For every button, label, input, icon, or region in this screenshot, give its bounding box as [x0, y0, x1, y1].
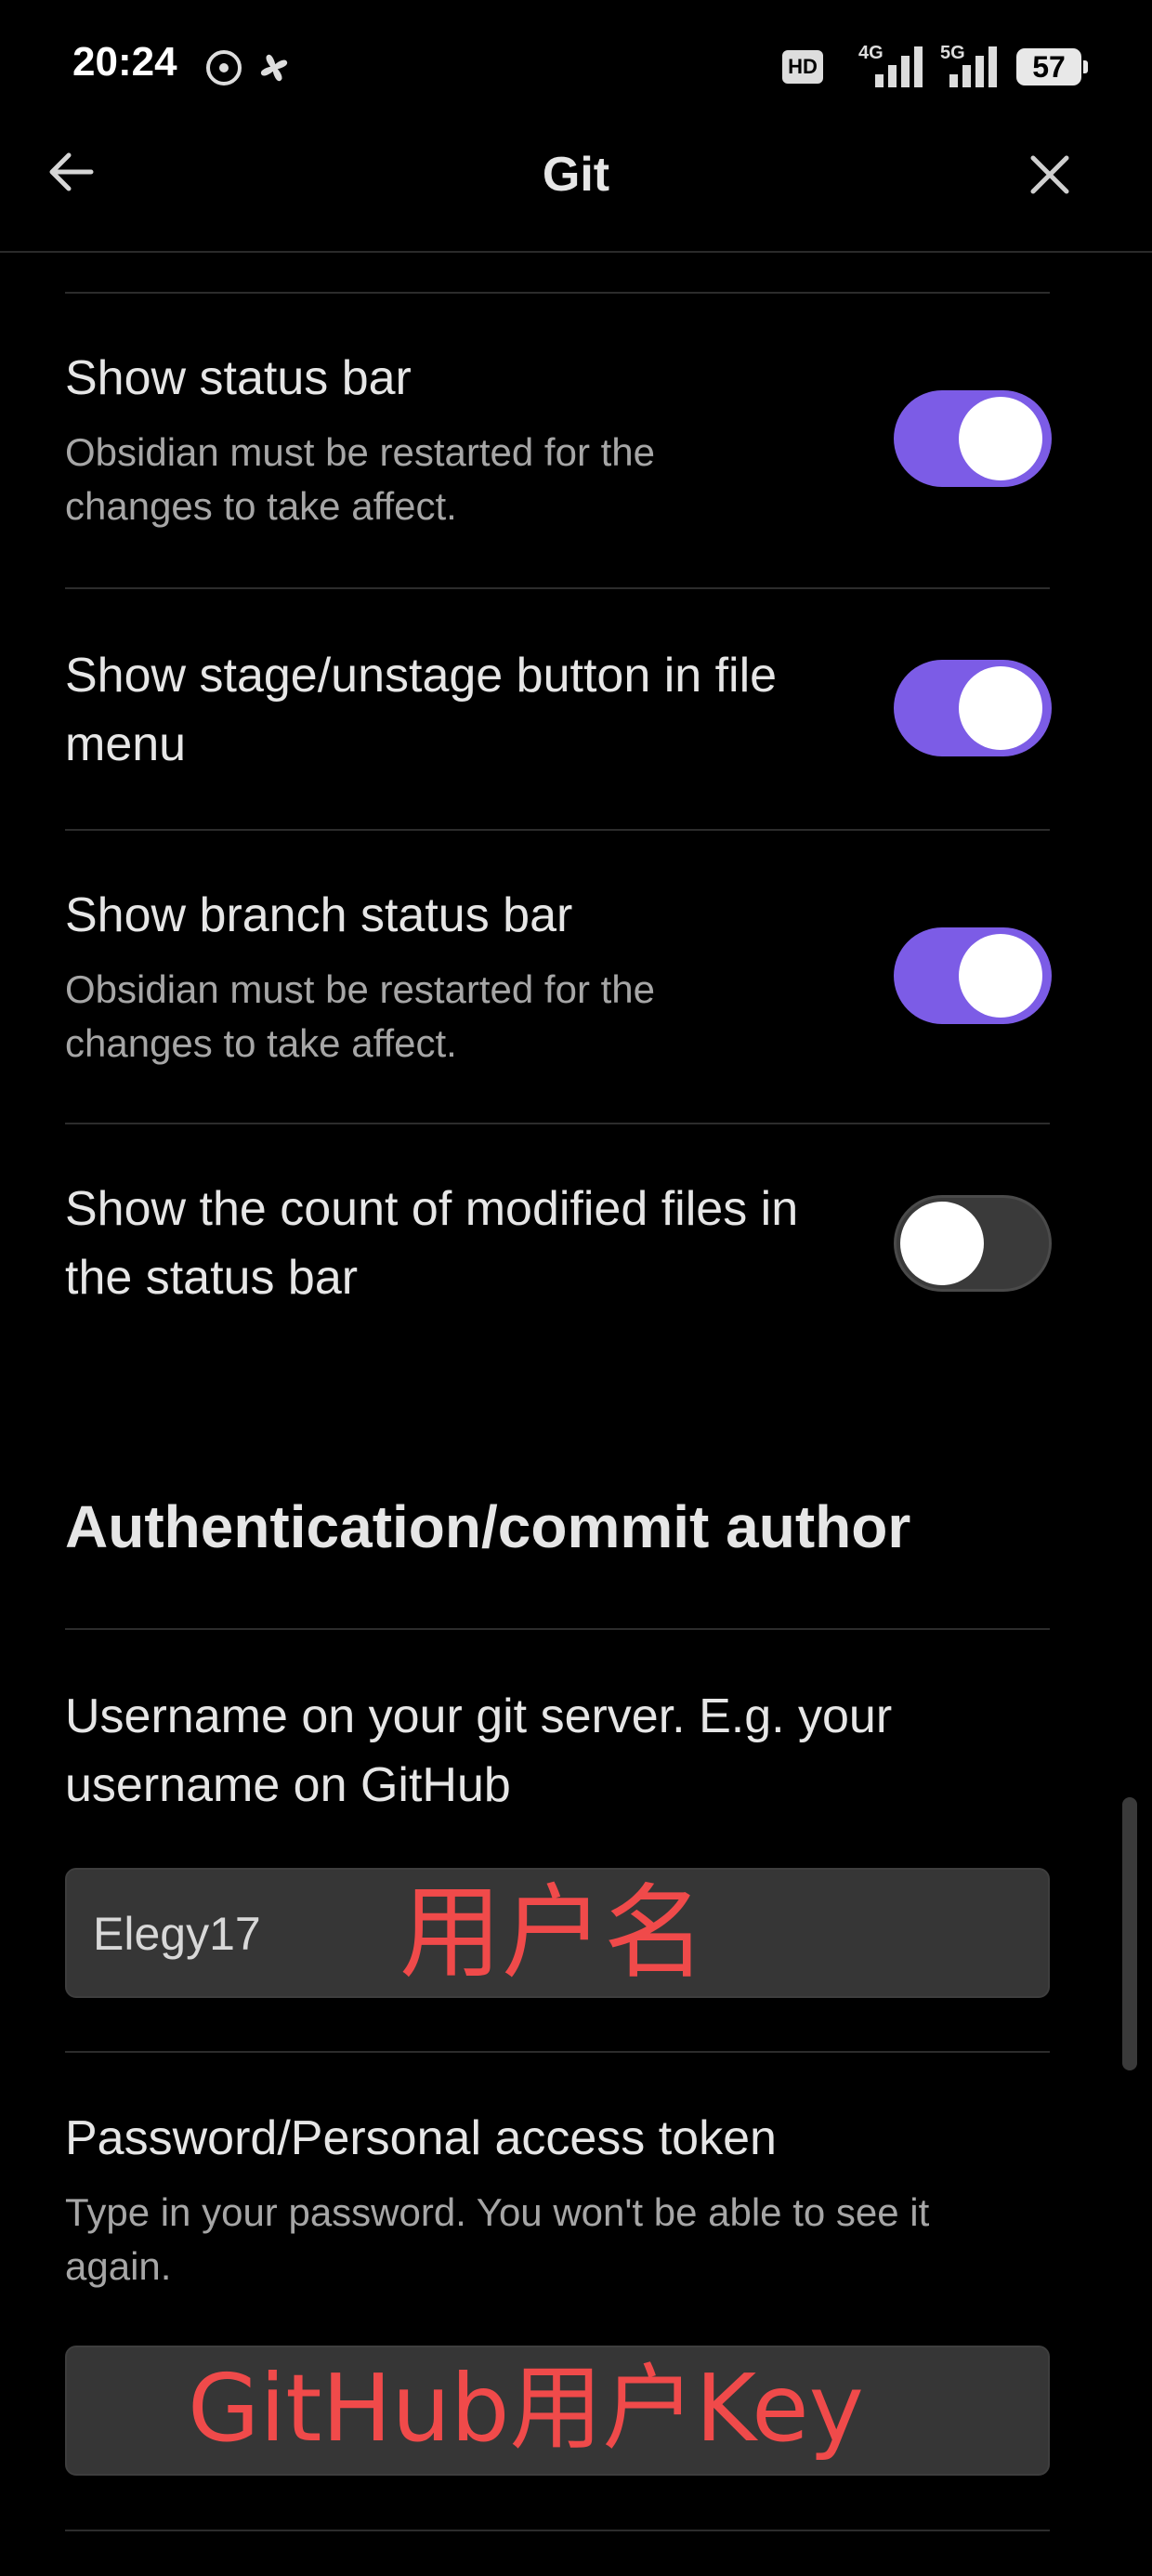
password-setting-desc: Type in your password. You won't be able… — [65, 2190, 930, 2288]
divider — [65, 2530, 1050, 2531]
setting-desc-show-branch-status-bar: Obsidian must be restarted for the chang… — [65, 967, 655, 1065]
divider — [65, 292, 1050, 294]
hd-badge: HD — [782, 50, 823, 84]
toggle-knob — [900, 1202, 984, 1285]
setting-name-show-modified-count: Show the count of modified files in the … — [65, 1182, 799, 1305]
signal-icon — [875, 46, 923, 87]
setting-name-show-stage-button: Show stage/unstage button in file menu — [65, 649, 778, 771]
toggle-show-modified-count[interactable] — [894, 1195, 1052, 1292]
close-icon[interactable] — [1022, 147, 1078, 203]
battery-indicator: 57 — [1016, 48, 1088, 85]
divider — [65, 829, 1050, 831]
setting-name-show-status-bar: Show status bar — [65, 351, 412, 405]
username-annotation: 用户名 — [399, 1873, 706, 1992]
status-bar: 20:24 HD 4G 5G 57 — [0, 0, 1152, 139]
section-heading-authentication: Authentication/commit author — [65, 1493, 911, 1560]
pinwheel-icon — [261, 55, 287, 81]
signal-icon-2 — [949, 46, 997, 87]
username-input-value: Elegy17 — [93, 1908, 261, 1960]
status-time: 20:24 — [72, 39, 177, 85]
divider — [65, 2051, 1050, 2053]
sync-icon — [206, 50, 242, 85]
toggle-knob — [959, 666, 1042, 750]
toggle-knob — [959, 397, 1042, 480]
divider — [65, 587, 1050, 589]
toggle-knob — [959, 934, 1042, 1018]
password-annotation: GitHub用户Key — [188, 2354, 864, 2463]
divider — [65, 1123, 1050, 1124]
toggle-show-branch-status-bar[interactable] — [894, 927, 1052, 1024]
setting-desc-show-status-bar: Obsidian must be restarted for the chang… — [65, 430, 655, 528]
username-setting-label: Username on your git server. E.g. your u… — [65, 1689, 893, 1812]
scrollbar-thumb[interactable] — [1122, 1797, 1137, 2070]
toggle-show-stage-button[interactable] — [894, 660, 1052, 756]
setting-name-show-branch-status-bar: Show branch status bar — [65, 888, 573, 942]
divider — [65, 1628, 1050, 1630]
page-title: Git — [542, 148, 610, 202]
toggle-show-status-bar[interactable] — [894, 390, 1052, 487]
password-setting-label: Password/Personal access token — [65, 2111, 777, 2165]
